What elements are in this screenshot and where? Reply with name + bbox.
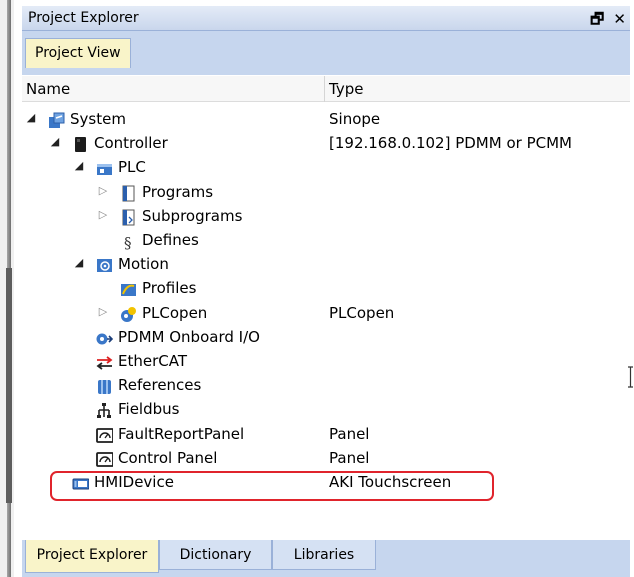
collapse-arrow-icon[interactable]: ◢ xyxy=(73,256,85,269)
tree-item-label: References xyxy=(118,376,202,395)
collapse-arrow-icon[interactable]: ◢ xyxy=(25,111,37,124)
tree-item-label: Programs xyxy=(142,182,214,201)
bottom-tab-strip: Project Explorer Dictionary Libraries xyxy=(22,540,630,577)
tree-row[interactable]: § Defines xyxy=(22,230,630,254)
tab-project-view[interactable]: Project View xyxy=(25,38,131,68)
highlight-annotation xyxy=(50,471,494,501)
tree-row[interactable]: PDMM Onboard I/O xyxy=(22,327,630,351)
tree-item-type: Panel xyxy=(329,424,370,443)
column-divider[interactable] xyxy=(324,76,325,102)
profiles-icon xyxy=(121,284,136,297)
column-header: Name Type xyxy=(22,75,630,102)
tree-row[interactable]: ▷ Subprograms xyxy=(22,206,630,230)
svg-text:§: § xyxy=(124,234,132,250)
tree-row[interactable]: FaultReportPanel Panel xyxy=(22,424,630,448)
tree-item-label: Motion xyxy=(118,255,169,274)
onboard-io-icon xyxy=(96,333,113,345)
tree-item-label: Profiles xyxy=(142,279,197,298)
expand-arrow-icon[interactable]: ▷ xyxy=(97,305,109,318)
panel-icon xyxy=(96,427,113,443)
project-explorer-panel: Project Explorer 🗗 ✕ Project View Name T… xyxy=(22,6,633,577)
top-tab-strip: Project View xyxy=(22,31,630,75)
controller-icon xyxy=(75,137,86,153)
close-icon[interactable]: ✕ xyxy=(613,10,626,28)
tab-project-explorer[interactable]: Project Explorer xyxy=(25,540,159,573)
tree-item-label: System xyxy=(70,110,126,128)
tree-row[interactable]: Profiles xyxy=(22,278,630,302)
tab-dictionary[interactable]: Dictionary xyxy=(159,540,272,570)
fieldbus-icon xyxy=(97,403,111,419)
tree-row[interactable]: ◢ PLC xyxy=(22,157,630,181)
tree-row[interactable]: ◢ Controller [192.168.0.102] PDMM or PCMM xyxy=(22,133,630,157)
tree-item-type: PLCopen xyxy=(329,303,395,322)
panel-title: Project Explorer xyxy=(28,10,139,26)
left-scrollbar[interactable] xyxy=(0,0,14,577)
tree-row[interactable]: ◢ Motion xyxy=(22,254,630,278)
column-name-header[interactable]: Name xyxy=(26,80,70,98)
tree-item-label: Controller xyxy=(94,134,168,153)
tree-row[interactable]: ▷ Programs xyxy=(22,182,630,206)
programs-icon xyxy=(122,185,135,202)
tree-row[interactable]: Control Panel Panel xyxy=(22,448,630,472)
expand-arrow-icon[interactable]: ▷ xyxy=(97,184,109,197)
tree-item-label: Control Panel xyxy=(118,448,218,467)
ethercat-icon xyxy=(96,356,113,370)
tree-item-label: Defines xyxy=(142,231,199,249)
tree-item-label: PDMM Onboard I/O xyxy=(118,327,260,346)
tree-row[interactable]: ◢ System Sinope xyxy=(22,109,630,133)
tree-row[interactable]: EtherCAT xyxy=(22,351,630,375)
text-cursor-icon xyxy=(628,366,633,388)
collapse-arrow-icon[interactable]: ◢ xyxy=(49,135,61,148)
left-scrollbar-thumb[interactable] xyxy=(6,268,12,503)
expand-arrow-icon[interactable]: ▷ xyxy=(97,208,109,221)
subprograms-icon xyxy=(122,209,135,226)
tree-item-label: EtherCAT xyxy=(118,352,187,370)
tree-row[interactable]: ▷ PLCopen PLCopen xyxy=(22,303,630,327)
column-type-header[interactable]: Type xyxy=(329,80,363,98)
tree-item-label: PLC xyxy=(118,158,146,177)
plcopen-icon xyxy=(121,306,136,322)
collapse-arrow-icon[interactable]: ◢ xyxy=(73,159,85,172)
tree-item-type: Sinope xyxy=(329,110,381,128)
panel-title-bar: Project Explorer 🗗 ✕ xyxy=(22,6,630,31)
panel-icon xyxy=(96,451,113,467)
tree-item-type: [192.168.0.102] PDMM or PCMM xyxy=(329,134,572,153)
system-icon xyxy=(49,112,65,128)
tree-item-label: PLCopen xyxy=(142,303,208,322)
tree-item-label: Subprograms xyxy=(142,206,243,225)
tree-item-label: Fieldbus xyxy=(118,400,180,419)
tree-item-label: FaultReportPanel xyxy=(118,424,245,443)
tree-row[interactable]: Fieldbus xyxy=(22,399,630,423)
tree-item-type: Panel xyxy=(329,448,370,467)
defines-icon: § xyxy=(124,234,132,250)
references-icon xyxy=(98,380,111,395)
plc-icon xyxy=(97,164,112,176)
motion-icon xyxy=(97,259,112,273)
tree-row[interactable]: References xyxy=(22,375,630,399)
tab-libraries[interactable]: Libraries xyxy=(272,540,376,570)
